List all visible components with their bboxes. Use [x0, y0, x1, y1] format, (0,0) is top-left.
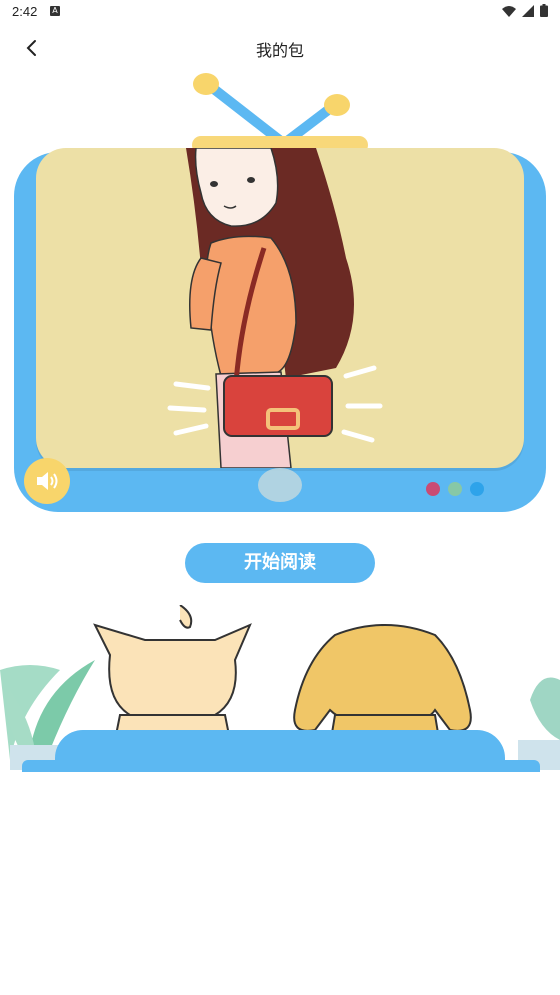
status-icons — [502, 4, 548, 17]
indicator-dot — [470, 482, 484, 496]
speaker-icon — [37, 472, 58, 490]
page-title: 我的包 — [255, 41, 304, 60]
sofa-scene — [0, 600, 560, 772]
woman-with-bag-illustration — [167, 148, 383, 468]
notification-icon: A — [50, 6, 60, 16]
story-image — [36, 148, 524, 468]
signal-icon — [522, 4, 534, 17]
battery-icon — [540, 4, 548, 17]
indicator-dot — [426, 482, 440, 496]
status-time: 2:42 — [12, 4, 38, 19]
story-tv — [0, 70, 560, 520]
start-reading-button[interactable]: 开始阅读 — [185, 543, 375, 583]
tv-knob — [258, 468, 302, 502]
tv-indicator-dots — [426, 482, 484, 496]
wifi-icon — [502, 5, 516, 17]
indicator-dot — [448, 482, 462, 496]
app-header: 我的包 — [0, 26, 560, 70]
sofa-base — [22, 760, 540, 772]
plant-right-illustration — [518, 677, 560, 770]
cat-illustration — [93, 605, 252, 741]
status-bar: 2:42 A — [0, 0, 560, 24]
speaker-button[interactable] — [24, 458, 70, 504]
